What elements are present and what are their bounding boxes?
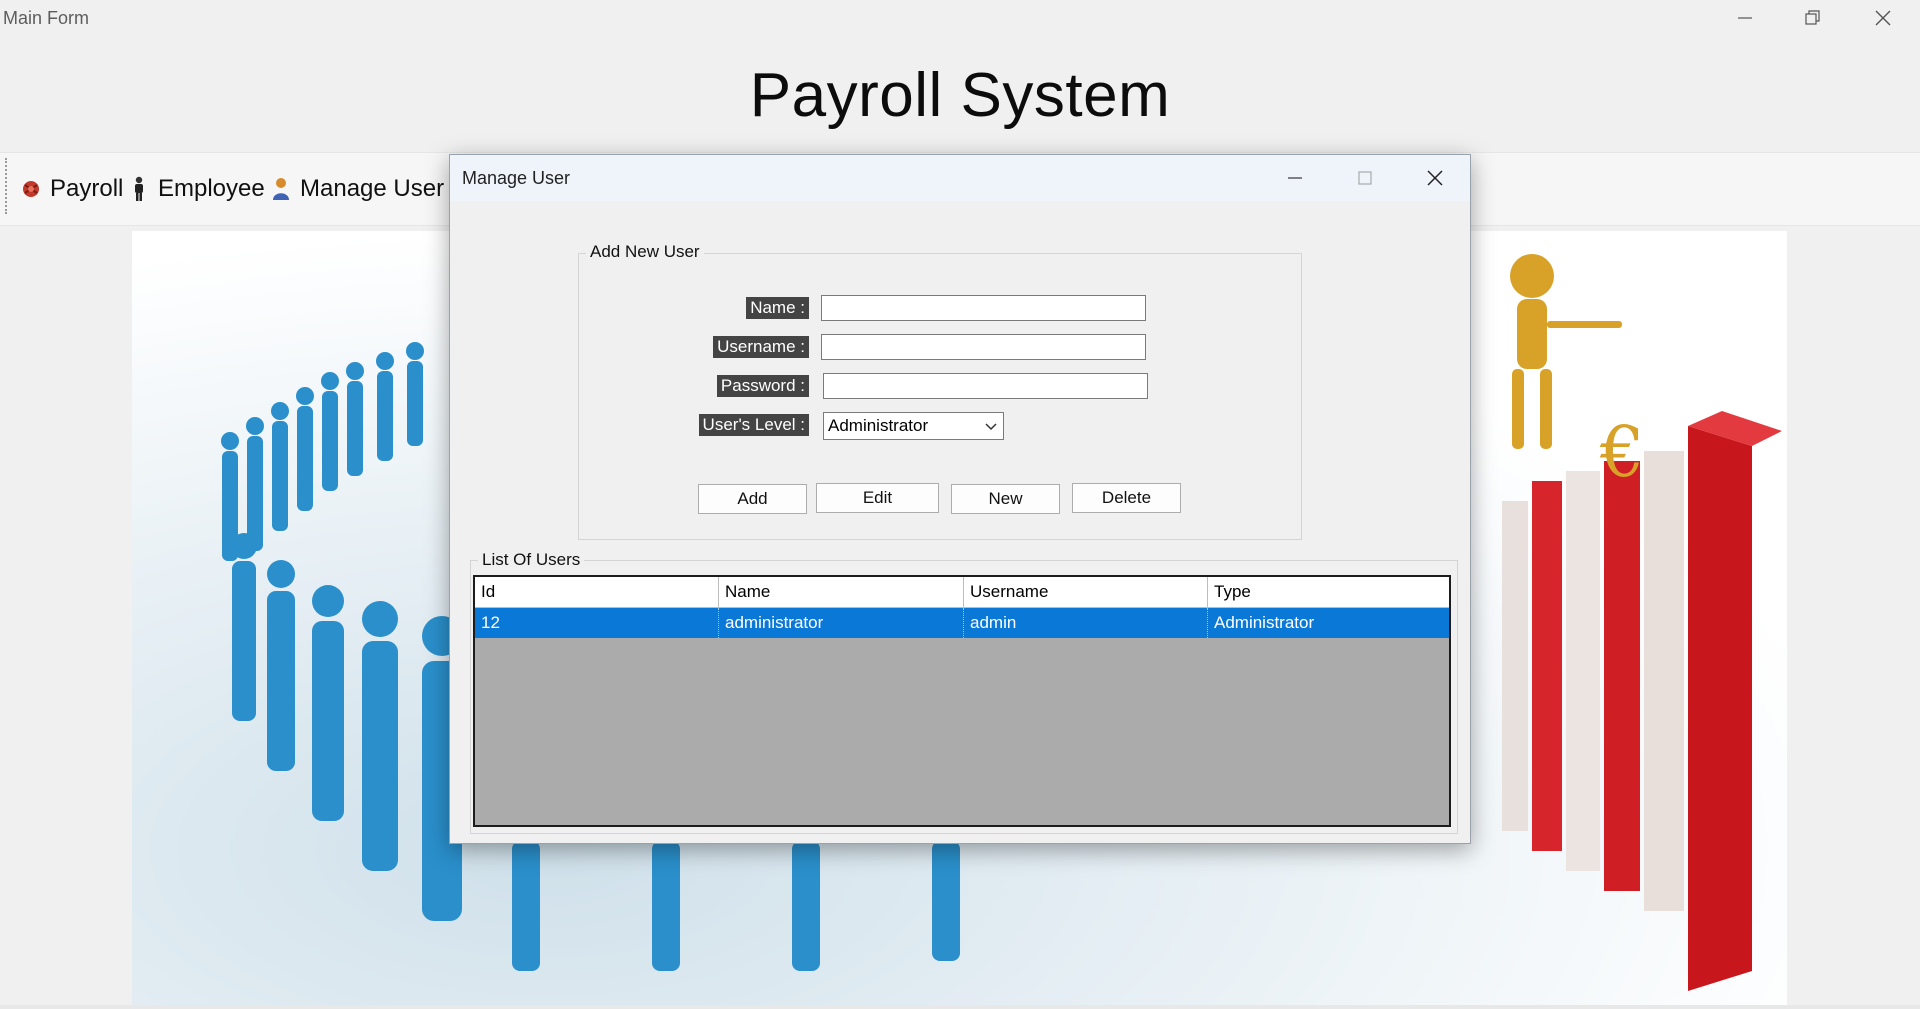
edit-button[interactable]: Edit: [816, 483, 939, 513]
column-header-username[interactable]: Username: [964, 577, 1208, 607]
user-icon: [270, 176, 292, 202]
name-input[interactable]: [821, 295, 1146, 321]
menu-item-manage-user[interactable]: Manage User: [270, 174, 444, 204]
employee-icon: [128, 176, 150, 202]
dialog-title: Manage User: [462, 168, 571, 188]
column-header-name[interactable]: Name: [719, 577, 964, 607]
dialog-maximize-button[interactable]: [1330, 155, 1400, 201]
users-level-select[interactable]: Administrator: [823, 412, 1004, 440]
dialog-minimize-button[interactable]: [1260, 155, 1330, 201]
column-header-id[interactable]: Id: [475, 577, 719, 607]
svg-text:€: €: [1599, 411, 1645, 493]
users-grid[interactable]: Id Name Username Type 12 administrator a…: [473, 575, 1451, 827]
menu-item-employee[interactable]: Employee: [128, 174, 265, 204]
users-level-value: Administrator: [828, 416, 929, 435]
cell-username[interactable]: admin: [964, 608, 1208, 638]
page-title: Payroll System: [749, 61, 1171, 130]
grid-header: Id Name Username Type: [475, 577, 1449, 608]
add-new-user-legend: Add New User: [586, 242, 704, 262]
chevron-down-icon: [985, 423, 997, 431]
bottom-border: [0, 1005, 1920, 1009]
list-of-users-legend: List Of Users: [478, 550, 585, 570]
close-icon: [1427, 170, 1443, 186]
delete-button[interactable]: Delete: [1072, 483, 1181, 513]
restore-button[interactable]: [1778, 0, 1848, 36]
close-icon: [1875, 10, 1891, 26]
username-input[interactable]: [821, 334, 1146, 360]
users-level-label: User's Level :: [698, 414, 809, 436]
cell-name[interactable]: administrator: [719, 608, 964, 638]
menu-item-manage-user-label: Manage User: [300, 175, 445, 202]
table-row[interactable]: 12 administrator admin Administrator: [475, 608, 1449, 638]
close-button[interactable]: [1848, 0, 1918, 36]
cell-id[interactable]: 12: [475, 608, 719, 638]
password-label: Password :: [716, 375, 809, 397]
add-button[interactable]: Add: [698, 484, 807, 514]
minimize-icon: [1738, 17, 1752, 19]
cell-type[interactable]: Administrator: [1208, 608, 1449, 638]
password-input[interactable]: [823, 373, 1148, 399]
dialog-titlebar[interactable]: Manage User: [450, 155, 1470, 201]
minimize-icon: [1288, 177, 1302, 179]
maximize-icon: [1358, 171, 1372, 185]
dialog-close-button[interactable]: [1400, 155, 1470, 201]
minimize-button[interactable]: [1710, 0, 1780, 36]
menu-item-payroll-label: Payroll: [50, 175, 124, 202]
main-titlebar: Main Form: [0, 0, 1920, 36]
menu-grip[interactable]: [5, 158, 10, 214]
name-label: Name :: [746, 297, 809, 319]
username-label: Username :: [713, 336, 809, 358]
column-header-type[interactable]: Type: [1208, 577, 1449, 607]
payroll-icon: [20, 176, 42, 202]
menu-item-employee-label: Employee: [158, 175, 265, 202]
new-button[interactable]: New: [951, 484, 1060, 514]
window-title: Main Form: [3, 8, 90, 28]
restore-icon: [1805, 10, 1820, 25]
menu-item-payroll[interactable]: Payroll: [20, 174, 123, 204]
manage-user-dialog: Manage User Add New User Name : Username…: [449, 154, 1471, 844]
